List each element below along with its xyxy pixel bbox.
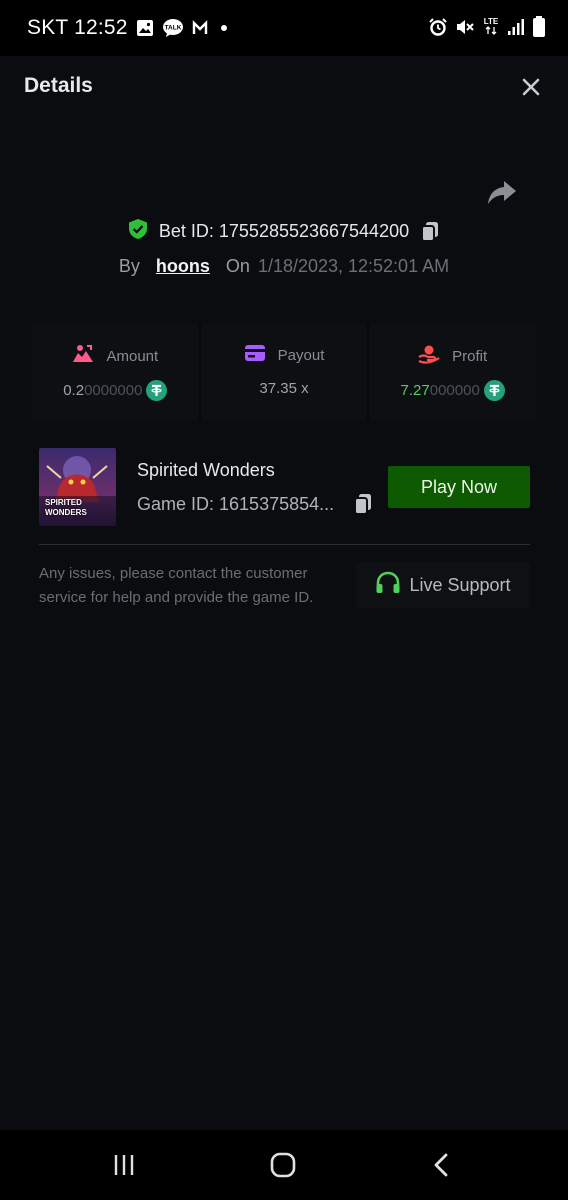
home-icon	[270, 1152, 296, 1178]
gmail-icon	[192, 20, 208, 36]
status-right: LTE	[428, 16, 546, 38]
amount-icon	[72, 344, 94, 368]
stats-panel: Amount 0.20000000 Payout 37.35 x Profit …	[32, 324, 537, 420]
bet-id-row: Bet ID: 1755285523667544200	[0, 216, 568, 246]
kakaotalk-icon: TALK	[162, 18, 184, 38]
lte-icon: LTE	[482, 16, 500, 38]
username-link[interactable]: hoons	[156, 256, 210, 277]
details-sheet: Details Bet ID: 1755285523667544200 By h…	[0, 56, 568, 1130]
recents-icon	[114, 1155, 134, 1175]
dot-icon	[216, 20, 232, 36]
copy-icon	[421, 222, 439, 242]
stat-amount: Amount 0.20000000	[32, 324, 199, 420]
payout-label: Payout	[277, 346, 325, 364]
svg-text:LTE: LTE	[484, 17, 499, 26]
game-thumbnail-title: SPIRITED WONDERS	[45, 498, 87, 517]
status-left: SKT 12:52 TALK	[27, 16, 232, 40]
share-icon	[488, 181, 516, 204]
close-icon	[522, 78, 540, 96]
live-support-button[interactable]: Live Support	[356, 562, 530, 608]
status-bar: SKT 12:52 TALK LTE	[0, 0, 568, 56]
mute-icon	[455, 17, 475, 37]
share-button[interactable]	[484, 174, 520, 210]
live-support-label: Live Support	[409, 574, 511, 595]
details-header: Details	[0, 56, 568, 116]
on-label: On	[225, 255, 250, 276]
back-icon	[434, 1153, 448, 1177]
payout-card-icon	[244, 344, 266, 366]
alarm-icon	[428, 17, 448, 37]
home-button[interactable]	[263, 1150, 303, 1180]
verified-shield-icon	[127, 218, 149, 245]
svg-text:TALK: TALK	[164, 25, 181, 32]
battery-icon	[532, 16, 546, 38]
profit-label: Profit	[452, 347, 488, 365]
by-label: By	[118, 255, 140, 276]
tether-icon	[146, 380, 168, 401]
bet-id: Bet ID: 1755285523667544200	[158, 220, 410, 241]
game-name: Spirited Wonders	[137, 460, 275, 480]
profit-icon	[418, 344, 440, 368]
headset-icon	[375, 571, 401, 600]
copy-bet-id-button[interactable]	[419, 220, 441, 242]
close-button[interactable]	[516, 72, 546, 102]
copy-icon	[354, 494, 371, 515]
game-thumbnail[interactable]: SPIRITED WONDERS	[39, 448, 116, 526]
tether-icon	[483, 380, 505, 401]
copy-game-id-button[interactable]	[352, 492, 374, 521]
help-text: Any issues, please contact the customer …	[39, 565, 314, 606]
stat-profit: Profit 7.27000000	[367, 324, 537, 420]
carrier-time: SKT 12:52	[27, 16, 128, 39]
recents-button[interactable]	[104, 1150, 144, 1180]
bet-datetime: 1/18/2023, 12:52:01 AM	[257, 255, 450, 276]
amount-value-dim: 0000000	[84, 382, 143, 399]
gallery-icon	[136, 19, 154, 37]
back-button[interactable]	[422, 1150, 462, 1180]
profit-value-dim: 000000	[429, 382, 480, 399]
play-now-button[interactable]: Play Now	[388, 466, 530, 508]
payout-value: 37.35 x	[259, 380, 309, 397]
amount-label: Amount	[106, 347, 159, 365]
page-title: Details	[24, 74, 93, 97]
bet-meta-row: By hoons On 1/18/2023, 12:52:01 AM	[0, 252, 568, 280]
divider	[39, 544, 530, 545]
amount-value-main: 0.2	[63, 382, 85, 399]
signal-icon	[507, 18, 525, 36]
game-id: Game ID: 1615375854...	[137, 494, 335, 514]
profit-value-main: 7.27	[400, 382, 430, 399]
game-card: SPIRITED WONDERS Spirited Wonders Game I…	[32, 436, 536, 626]
stat-payout: Payout 37.35 x	[198, 324, 368, 420]
system-nav-bar	[0, 1130, 568, 1200]
